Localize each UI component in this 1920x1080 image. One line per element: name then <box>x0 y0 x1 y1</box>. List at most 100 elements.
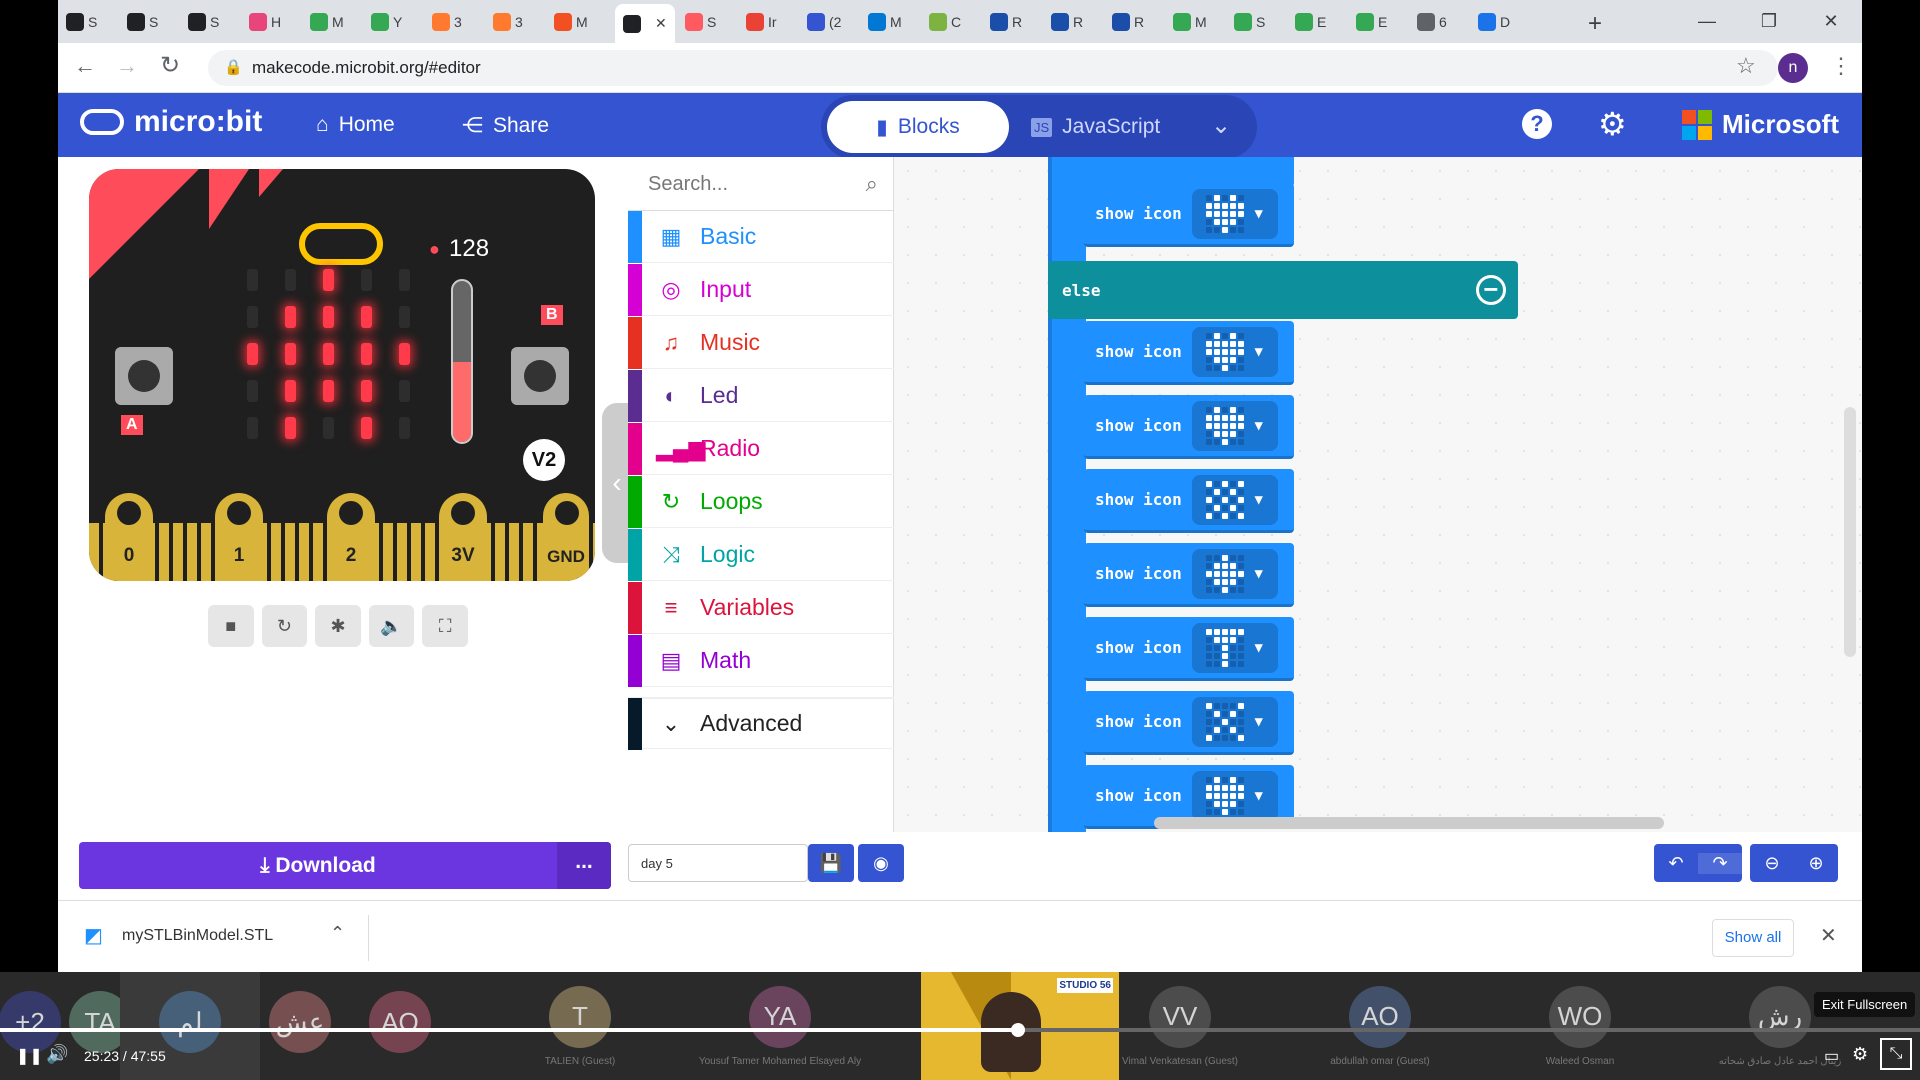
browser-tab[interactable]: S <box>1234 8 1265 36</box>
minimize-icon[interactable]: — <box>1676 11 1738 32</box>
horizontal-scrollbar[interactable] <box>1154 817 1664 829</box>
fullscreen-icon[interactable]: ⛶ <box>422 605 468 647</box>
download-button[interactable]: ⤓ Download ... <box>79 842 611 889</box>
back-icon[interactable]: ← <box>74 53 96 79</box>
profile-avatar[interactable]: n <box>1778 53 1808 83</box>
browser-tab[interactable]: M <box>310 8 344 36</box>
browser-tab[interactable]: 3 <box>493 8 523 36</box>
project-name-input[interactable]: day 5 <box>628 844 808 882</box>
exit-fullscreen-icon[interactable]: ⤡ <box>1880 1038 1912 1070</box>
progress-track[interactable] <box>0 1028 1920 1032</box>
browser-tab[interactable]: Ir <box>746 8 777 36</box>
toolbox-category-basic[interactable]: ▦ Basic <box>628 210 894 263</box>
toolbox-category-loops[interactable]: ↻ Loops <box>628 475 894 528</box>
zoom-out-icon[interactable]: ⊖ <box>1750 853 1794 874</box>
close-tab-icon[interactable]: ✕ <box>655 15 667 32</box>
blocks-workspace[interactable]: else − show icon ▼ show icon ▼ show icon ▼ sho… <box>894 157 1862 832</box>
chevron-down-icon[interactable]: ⌄ <box>1211 111 1231 140</box>
icon-dropdown[interactable]: ▼ <box>1191 474 1278 525</box>
download-filename[interactable]: mySTLBinModel.STL <box>122 927 273 945</box>
toolbox-category-led[interactable]: ◐ Led <box>628 369 894 422</box>
browser-tab[interactable]: (2 <box>807 8 841 36</box>
settings-icon[interactable]: ⚙ <box>1852 1044 1868 1065</box>
download-more-button[interactable]: ... <box>557 842 611 889</box>
show-all-button[interactable]: Show all <box>1712 919 1794 957</box>
address-bar[interactable]: 🔒 makecode.microbit.org/#editor <box>208 50 1778 86</box>
browser-tab[interactable]: ✕ <box>615 4 675 43</box>
search-input[interactable]: Search... <box>648 173 728 195</box>
browser-tab[interactable]: R <box>1051 8 1083 36</box>
button-b[interactable] <box>511 347 569 405</box>
toolbox-category-music[interactable]: ♫ Music <box>628 316 894 369</box>
browser-tab[interactable]: E <box>1295 8 1326 36</box>
pause-icon[interactable]: ❚❚ <box>16 1046 43 1066</box>
browser-tab[interactable]: S <box>685 8 716 36</box>
toolbox-category-math[interactable]: ▤ Math <box>628 634 894 687</box>
browser-tab[interactable]: Y <box>371 8 402 36</box>
toolbox-category-logic[interactable]: ⤨ Logic <box>628 528 894 581</box>
javascript-tab[interactable]: JS JavaScript <box>1031 101 1191 153</box>
toolbox-category-advanced[interactable]: ⌄ Advanced <box>628 697 894 750</box>
microsoft-logo[interactable]: Microsoft <box>1682 109 1839 140</box>
progress-scrubber[interactable] <box>1011 1023 1025 1037</box>
browser-tab[interactable]: C <box>929 8 961 36</box>
browser-tab[interactable]: M <box>1173 8 1207 36</box>
pin-0[interactable]: 0 <box>105 493 153 581</box>
github-button[interactable]: ◉ <box>858 844 904 882</box>
browser-tab[interactable]: E <box>1356 8 1387 36</box>
pin-1[interactable]: 1 <box>215 493 263 581</box>
browser-tab[interactable]: S <box>127 8 158 36</box>
pin-4[interactable]: GND <box>543 493 589 581</box>
restart-icon[interactable]: ↻ <box>261 605 308 647</box>
show-icon-block[interactable]: show icon ▼ <box>1084 183 1294 247</box>
stop-icon[interactable]: ■ <box>208 605 254 647</box>
browser-tab[interactable]: R <box>990 8 1022 36</box>
zoom-in-icon[interactable]: ⊕ <box>1794 853 1838 874</box>
else-block[interactable]: else − <box>1048 261 1518 319</box>
captions-icon[interactable]: ▭ <box>1824 1046 1839 1066</box>
restore-icon[interactable]: ❐ <box>1738 11 1800 32</box>
icon-dropdown[interactable]: ▼ <box>1191 548 1278 599</box>
browser-tab[interactable]: D <box>1478 8 1510 36</box>
volume-icon[interactable]: 🔊 <box>46 1044 68 1065</box>
save-button[interactable]: 💾 <box>808 844 854 882</box>
home-button[interactable]: ⌂ Home <box>316 113 395 137</box>
chevron-up-icon[interactable]: ⌃ <box>330 923 345 944</box>
new-tab-button[interactable]: + <box>1588 10 1602 38</box>
vertical-scrollbar[interactable] <box>1844 407 1856 657</box>
icon-dropdown[interactable]: ▼ <box>1191 770 1278 821</box>
forward-icon[interactable]: → <box>116 53 138 79</box>
gear-icon[interactable]: ⚙ <box>1598 105 1627 143</box>
pin-2[interactable]: 2 <box>327 493 375 581</box>
browser-tab[interactable]: S <box>66 8 97 36</box>
button-a[interactable] <box>115 347 173 405</box>
icon-dropdown[interactable]: ▼ <box>1191 622 1278 673</box>
show-icon-block[interactable]: show icon ▼ <box>1084 691 1294 755</box>
close-window-icon[interactable]: ✕ <box>1800 11 1862 32</box>
mute-icon[interactable]: 🔈 <box>368 605 415 647</box>
sound-slider[interactable] <box>451 279 473 444</box>
undo-icon[interactable]: ↶ <box>1654 853 1698 874</box>
browser-tab[interactable]: H <box>249 8 281 36</box>
icon-dropdown[interactable]: ▼ <box>1191 188 1278 239</box>
redo-icon[interactable]: ↷ <box>1698 852 1742 874</box>
help-icon[interactable]: ? <box>1522 109 1552 139</box>
toolbox-category-variables[interactable]: ≡ Variables <box>628 581 894 634</box>
browser-tab[interactable]: R <box>1112 8 1144 36</box>
microbit-logo[interactable]: micro:bit <box>80 105 262 139</box>
browser-tab[interactable]: 6 <box>1417 8 1447 36</box>
show-icon-block[interactable]: show icon ▼ <box>1084 321 1294 385</box>
toolbox-category-radio[interactable]: ▂▄▆ Radio <box>628 422 894 475</box>
share-button[interactable]: ⋲ Share <box>462 113 549 138</box>
debug-icon[interactable]: ✱ <box>315 605 361 647</box>
close-icon[interactable]: ✕ <box>1820 923 1837 948</box>
remove-else-icon[interactable]: − <box>1476 275 1506 305</box>
bookmark-star-icon[interactable]: ☆ <box>1736 53 1756 79</box>
icon-dropdown[interactable]: ▼ <box>1191 400 1278 451</box>
browser-tab[interactable]: 3 <box>432 8 462 36</box>
pin-3[interactable]: 3V <box>439 493 487 581</box>
show-icon-block[interactable]: show icon ▼ <box>1084 395 1294 459</box>
show-icon-block[interactable]: show icon ▼ <box>1084 469 1294 533</box>
blocks-tab[interactable]: ▮ Blocks <box>827 101 1009 153</box>
if-block-body[interactable] <box>1048 157 1086 832</box>
